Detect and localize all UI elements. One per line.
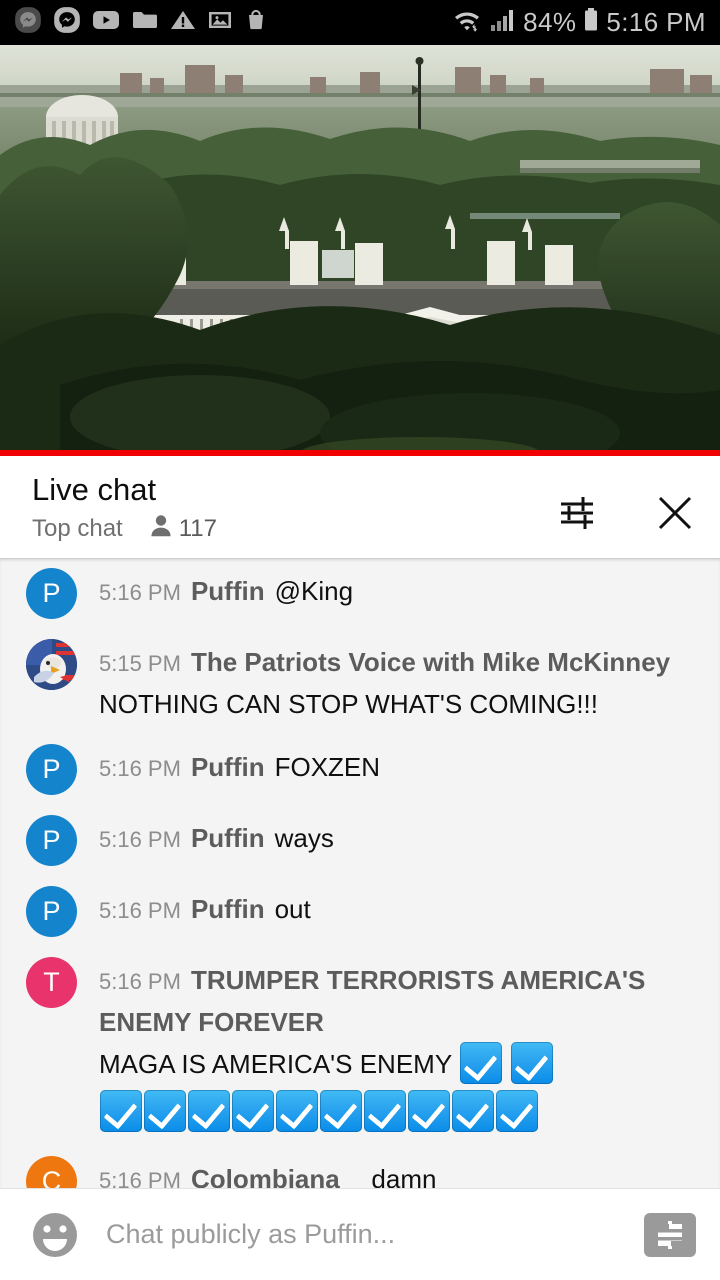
status-system-icons: 84% 5:16 PM (451, 7, 706, 38)
shopping-bag-icon (244, 8, 268, 37)
chat-message[interactable]: C 5:16 PM Colombiana _ damn (0, 1146, 720, 1188)
message-text: out (274, 894, 311, 924)
avatar-letter: P (42, 754, 61, 784)
youtube-live-chat-screen: 84% 5:16 PM Live chat Top chat 117 P 5:1… (0, 0, 720, 1280)
chat-message[interactable]: P 5:16 PM Puffin @King (0, 558, 720, 629)
white-check-mark-emoji (511, 1042, 554, 1084)
viewer-count-group: 117 (149, 513, 217, 544)
white-check-mark-emoji (276, 1090, 318, 1132)
message-text: damn (371, 1164, 437, 1188)
message-author[interactable]: Puffin (191, 576, 265, 606)
message-author[interactable]: The Patriots Voice with Mike McKinney (191, 647, 670, 677)
viewer-count: 117 (178, 514, 217, 542)
avatar[interactable]: P (26, 744, 77, 795)
youtube-icon (92, 8, 120, 37)
page-title: Live chat (32, 472, 157, 507)
dollar-banknote-icon[interactable] (644, 1212, 696, 1257)
message-timestamp: 5:16 PM (99, 756, 181, 781)
chat-message-body: 5:16 PM Puffin FOXZEN (99, 744, 380, 789)
white-check-mark-emoji (144, 1090, 186, 1132)
chat-mode-label[interactable]: Top chat (32, 515, 123, 543)
close-icon[interactable] (652, 490, 698, 536)
video-player[interactable] (0, 45, 720, 450)
chat-message-body: 5:15 PM The Patriots Voice with Mike McKi… (99, 639, 670, 724)
message-timestamp: 5:16 PM (99, 969, 181, 994)
android-status-bar: 84% 5:16 PM (0, 0, 720, 45)
signal-bars-icon (490, 7, 516, 38)
chat-message-body: 5:16 PM Colombiana _ damn (99, 1156, 436, 1188)
chat-message-body: 5:16 PM TRUMPER TERRORISTS AMERICA'S ENEM… (99, 957, 704, 1136)
avatar[interactable]: P (26, 568, 77, 619)
message-text: MAGA IS AMERICA'S ENEMY (99, 1042, 704, 1084)
message-text: FOXZEN (274, 752, 381, 782)
message-text: @King (274, 576, 354, 606)
message-timestamp: 5:16 PM (99, 580, 181, 605)
avatar[interactable]: P (26, 815, 77, 866)
white-check-mark-emoji (100, 1090, 142, 1132)
avatar[interactable]: P (26, 886, 77, 937)
avatar-letter: C (41, 1166, 62, 1189)
emoji-smiley-icon[interactable] (28, 1208, 82, 1262)
message-author[interactable]: Puffin (191, 894, 265, 924)
white-check-mark-emoji (496, 1090, 538, 1132)
message-author[interactable]: Colombiana _ (191, 1164, 361, 1188)
image-icon (207, 8, 233, 37)
white-check-mark-emoji (320, 1090, 362, 1132)
chat-message-body: 5:16 PM Puffin out (99, 886, 311, 931)
battery-icon (583, 7, 599, 38)
warning-icon (170, 8, 196, 37)
white-check-mark-emoji (459, 1042, 502, 1084)
avatar[interactable]: T (26, 957, 77, 1008)
emoji-row (99, 1088, 704, 1136)
avatar-letter: P (42, 578, 61, 608)
white-check-mark-emoji (408, 1090, 450, 1132)
white-check-mark-emoji (232, 1090, 274, 1132)
wifi-icon (451, 7, 483, 38)
message-author[interactable]: Puffin (191, 752, 265, 782)
live-chat-header: Live chat Top chat 117 (0, 456, 720, 558)
status-notification-icons (14, 6, 268, 39)
avatar-letter: P (42, 825, 61, 855)
status-clock: 5:16 PM (606, 7, 706, 37)
chat-message[interactable]: P 5:16 PM Puffin FOXZEN (0, 734, 720, 805)
chat-input-bar (0, 1188, 720, 1280)
messenger-dark-icon (14, 6, 42, 39)
messenger-light-icon (53, 6, 81, 39)
white-check-mark-emoji (188, 1090, 230, 1132)
live-chat-header-actions (554, 490, 698, 536)
message-timestamp: 5:16 PM (99, 898, 181, 923)
chat-message[interactable]: T 5:16 PM TRUMPER TERRORISTS AMERICA'S ENE… (0, 947, 720, 1146)
folder-icon (131, 8, 159, 37)
white-check-mark-emoji (364, 1090, 406, 1132)
white-house-frame (0, 45, 720, 450)
avatar[interactable] (26, 639, 77, 690)
message-timestamp: 5:16 PM (99, 827, 181, 852)
chat-message[interactable]: 5:15 PM The Patriots Voice with Mike McKi… (0, 629, 720, 734)
avatar[interactable]: C (26, 1156, 77, 1188)
message-author[interactable]: Puffin (191, 823, 265, 853)
live-chat-subheader: Top chat 117 (32, 513, 554, 544)
avatar-letter: T (43, 967, 60, 997)
message-text: ways (274, 823, 334, 853)
battery-percent: 84% (523, 7, 577, 37)
chat-input[interactable] (106, 1219, 632, 1250)
chat-message-body: 5:16 PM Puffin ways (99, 815, 334, 860)
tune-settings-icon[interactable] (554, 490, 600, 536)
avatar-letter: P (42, 896, 61, 926)
message-timestamp: 5:15 PM (99, 651, 181, 676)
person-icon (149, 513, 173, 544)
live-chat-message-list[interactable]: P 5:16 PM Puffin @King 5:15 PM The Patriots V… (0, 558, 720, 1188)
message-text: NOTHING CAN STOP WHAT'S COMING!!! (99, 689, 598, 719)
chat-message-body: 5:16 PM Puffin @King (99, 568, 353, 613)
message-timestamp: 5:16 PM (99, 1168, 181, 1188)
live-chat-header-texts: Live chat Top chat 117 (32, 470, 554, 544)
white-check-mark-emoji (452, 1090, 494, 1132)
chat-message[interactable]: P 5:16 PM Puffin out (0, 876, 720, 947)
chat-message[interactable]: P 5:16 PM Puffin ways (0, 805, 720, 876)
